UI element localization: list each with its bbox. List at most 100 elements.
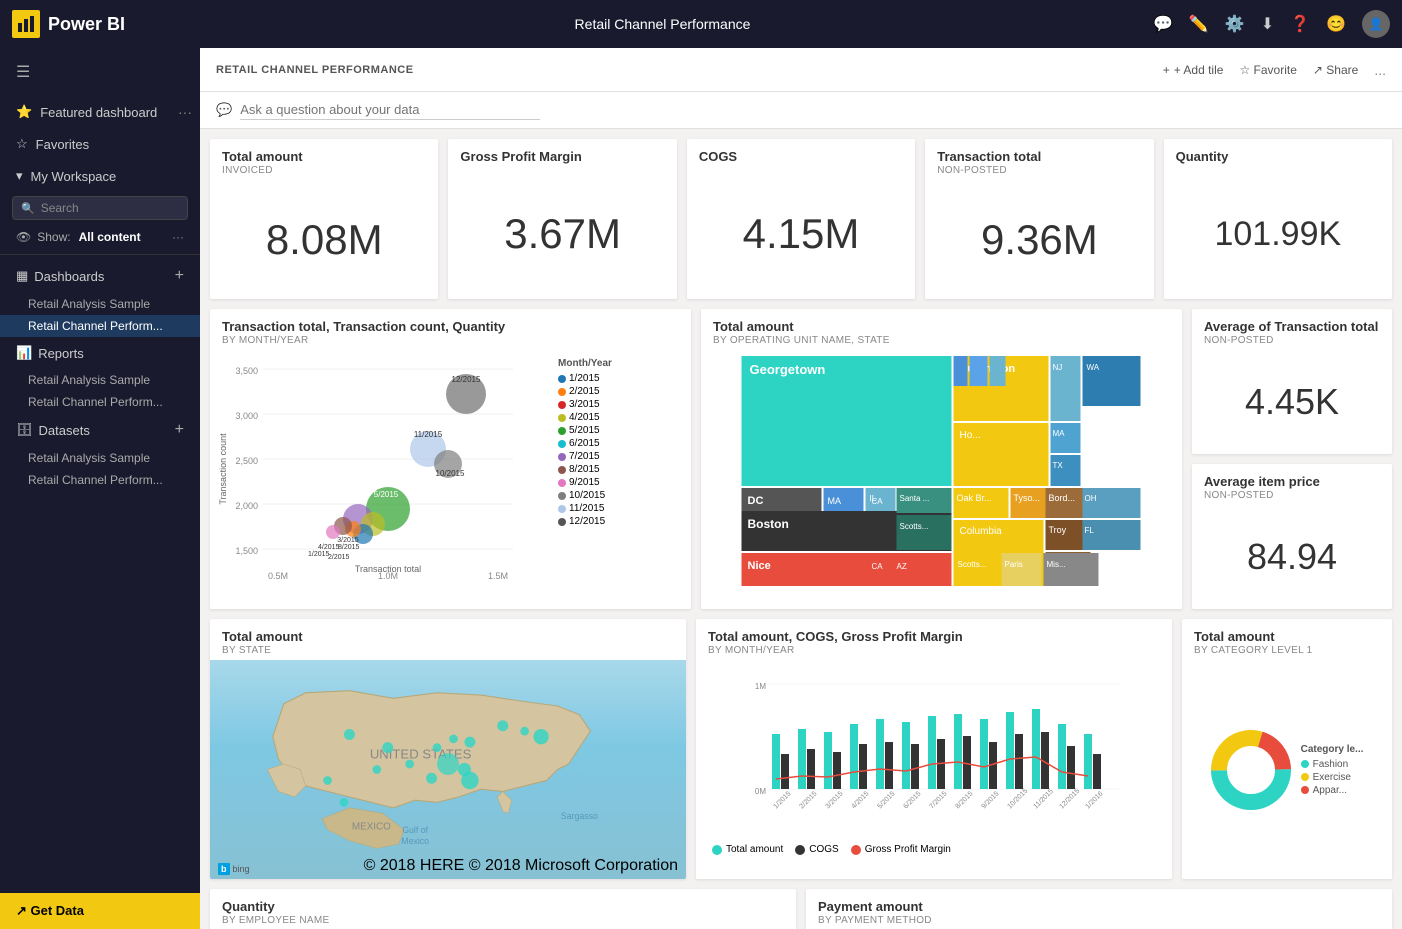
sidebar-item-retail-channel[interactable]: Retail Channel Perform... [0,315,200,337]
qty-header: Quantity BY EMPLOYEE NAME [210,889,796,929]
svg-text:8/2015: 8/2015 [338,544,360,551]
bar-chart-content: 1M 0M [696,660,1172,879]
search-box[interactable]: 🔍 [12,196,188,220]
qa-bar: 💬 [200,92,1402,129]
avg-item-price-tile: Average item price NON-POSTED 84.94 [1192,464,1392,609]
legend-item-11: 11/2015 [558,503,612,514]
plus-icon: + [1163,63,1170,77]
avg-transaction-value: 4.45K [1192,350,1392,454]
share-button[interactable]: ↗ Share [1313,63,1358,77]
svg-text:Transaction total: Transaction total [355,564,421,574]
search-input[interactable] [41,201,179,215]
svg-text:Santa ...: Santa ... [900,494,930,503]
datasets-header[interactable]: 🗄 Datasets + [0,413,200,447]
avatar[interactable]: 👤 [1362,10,1390,38]
legend-total: Total amount [712,844,783,855]
svg-text:MEXICO: MEXICO [352,822,391,833]
kpi-quantity: Quantity 101.99K [1164,139,1392,299]
sidebar-item-favorites[interactable]: ☆ Favorites [0,128,200,160]
favorites-label: Favorites [36,137,89,152]
treemap-tile: Total amount BY OPERATING UNIT NAME, STA… [701,309,1182,609]
avg-column: Average of Transaction total NON-POSTED … [1192,309,1392,609]
edit-icon[interactable]: ✏️ [1189,14,1209,34]
dashboard-icon: ▦ [16,268,28,284]
avg-item-price-header: Average item price NON-POSTED [1192,464,1392,505]
bar-chart-svg: 1M 0M [704,664,1164,844]
svg-text:Tyso...: Tyso... [1014,493,1041,503]
sidebar-item-retail-analysis[interactable]: Retail Analysis Sample [0,293,200,315]
sidebar-item-featured[interactable]: ⭐ Featured dashboard ··· [0,96,200,128]
avg-transaction-tile: Average of Transaction total NON-POSTED … [1192,309,1392,454]
svg-text:Transaction count: Transaction count [218,433,228,505]
bubble-chart-title: Transaction total, Transaction count, Qu… [222,319,679,334]
svg-text:5/2015: 5/2015 [876,790,896,810]
svg-text:0M: 0M [755,787,766,796]
reports-header[interactable]: 📊 Reports [0,337,200,369]
row2: Transaction total, Transaction count, Qu… [210,309,1392,609]
sidebar-item-dataset-channel[interactable]: Retail Channel Perform... [0,469,200,491]
datasets-icon: 🗄 [16,422,33,438]
svg-text:11/2015: 11/2015 [1032,788,1055,811]
legend-item-9: 9/2015 [558,477,612,488]
show-value: All content [79,230,141,244]
map-subtitle: BY STATE [222,645,674,656]
treemap-subtitle: BY OPERATING UNIT NAME, STATE [713,335,1170,346]
show-filter[interactable]: 👁 Show: All content ··· [0,224,200,250]
add-dashboard-button[interactable]: + [175,267,184,285]
svg-text:MA: MA [1053,429,1066,438]
category-legend-title: Category le... [1301,744,1364,755]
get-data-button[interactable]: ↗ Get Data [0,893,200,929]
hamburger-button[interactable]: ☰ [0,48,200,96]
svg-text:12/2015: 12/2015 [452,375,481,384]
bubble-chart-svg: 3,500 3,000 2,500 2,000 1,500 0.5M 1.0M … [218,354,558,584]
svg-text:Paris: Paris [1005,560,1023,569]
svg-text:Georgetown: Georgetown [750,362,826,377]
svg-text:Troy: Troy [1049,525,1067,535]
more-icon-show[interactable]: ··· [172,230,184,244]
svg-text:7/2015: 7/2015 [928,790,948,810]
logo-area: Power BI [12,10,172,38]
treemap-title: Total amount [713,319,1170,334]
bubble-chart-content: 3,500 3,000 2,500 2,000 1,500 0.5M 1.0M … [210,350,691,609]
kpi-transaction-header: Transaction total NON-POSTED [925,139,1153,180]
kpi-quantity-value: 101.99K [1164,169,1392,299]
app-title: Power BI [48,14,125,35]
svg-text:OH: OH [1085,494,1097,503]
comment-icon[interactable]: 💬 [1153,14,1173,34]
smiley-icon[interactable]: 😊 [1326,14,1346,34]
qa-input[interactable] [240,100,540,120]
favorite-button[interactable]: ☆ Favorite [1239,63,1296,77]
download-icon[interactable]: ⬇ [1261,14,1274,34]
svg-text:Oak Br...: Oak Br... [957,493,992,503]
legend-item-6: 6/2015 [558,438,612,449]
svg-text:Columbia: Columbia [960,526,1003,537]
sidebar-item-workspace[interactable]: ▾ My Workspace [0,160,200,192]
qty-title: Quantity [222,899,784,914]
legend-item-4: 4/2015 [558,412,612,423]
kpi-total-header: Total amount INVOICED [210,139,438,180]
add-tile-button[interactable]: + + Add tile [1163,63,1224,77]
bar-chart-title: Total amount, COGS, Gross Profit Margin [708,629,1160,644]
sidebar-item-report-channel[interactable]: Retail Channel Perform... [0,391,200,413]
svg-text:Ho...: Ho... [960,430,981,441]
add-dataset-button[interactable]: + [175,421,184,439]
qty-employee-tile: Quantity BY EMPLOYEE NAME 10K 5K 0K [210,889,796,929]
sidebar-item-dataset-retail[interactable]: Retail Analysis Sample [0,447,200,469]
svg-text:3/2015: 3/2015 [824,790,844,810]
topbar-icons: 💬 ✏️ ⚙️ ⬇ ❓ 😊 👤 [1153,10,1390,38]
more-options-button[interactable]: ... [1374,62,1386,78]
sidebar-item-report-retail[interactable]: Retail Analysis Sample [0,369,200,391]
bubble-chart-subtitle: BY MONTH/YEAR [222,335,679,346]
payment-title: Payment amount [818,899,1380,914]
reports-label: Reports [38,346,84,361]
svg-text:1/2015: 1/2015 [772,790,792,810]
help-icon[interactable]: ❓ [1290,14,1310,34]
legend-item-5: 5/2015 [558,425,612,436]
qty-subtitle: BY EMPLOYEE NAME [222,915,784,926]
more-icon[interactable]: ··· [178,104,192,120]
dashboards-header[interactable]: ▦ Dashboards + [0,259,200,293]
donut-svg [1211,730,1291,810]
kpi-transaction-title: Transaction total [937,149,1141,164]
treemap-svg: Georgetown Burlington NJ [707,356,1176,586]
settings-icon[interactable]: ⚙️ [1225,14,1245,34]
